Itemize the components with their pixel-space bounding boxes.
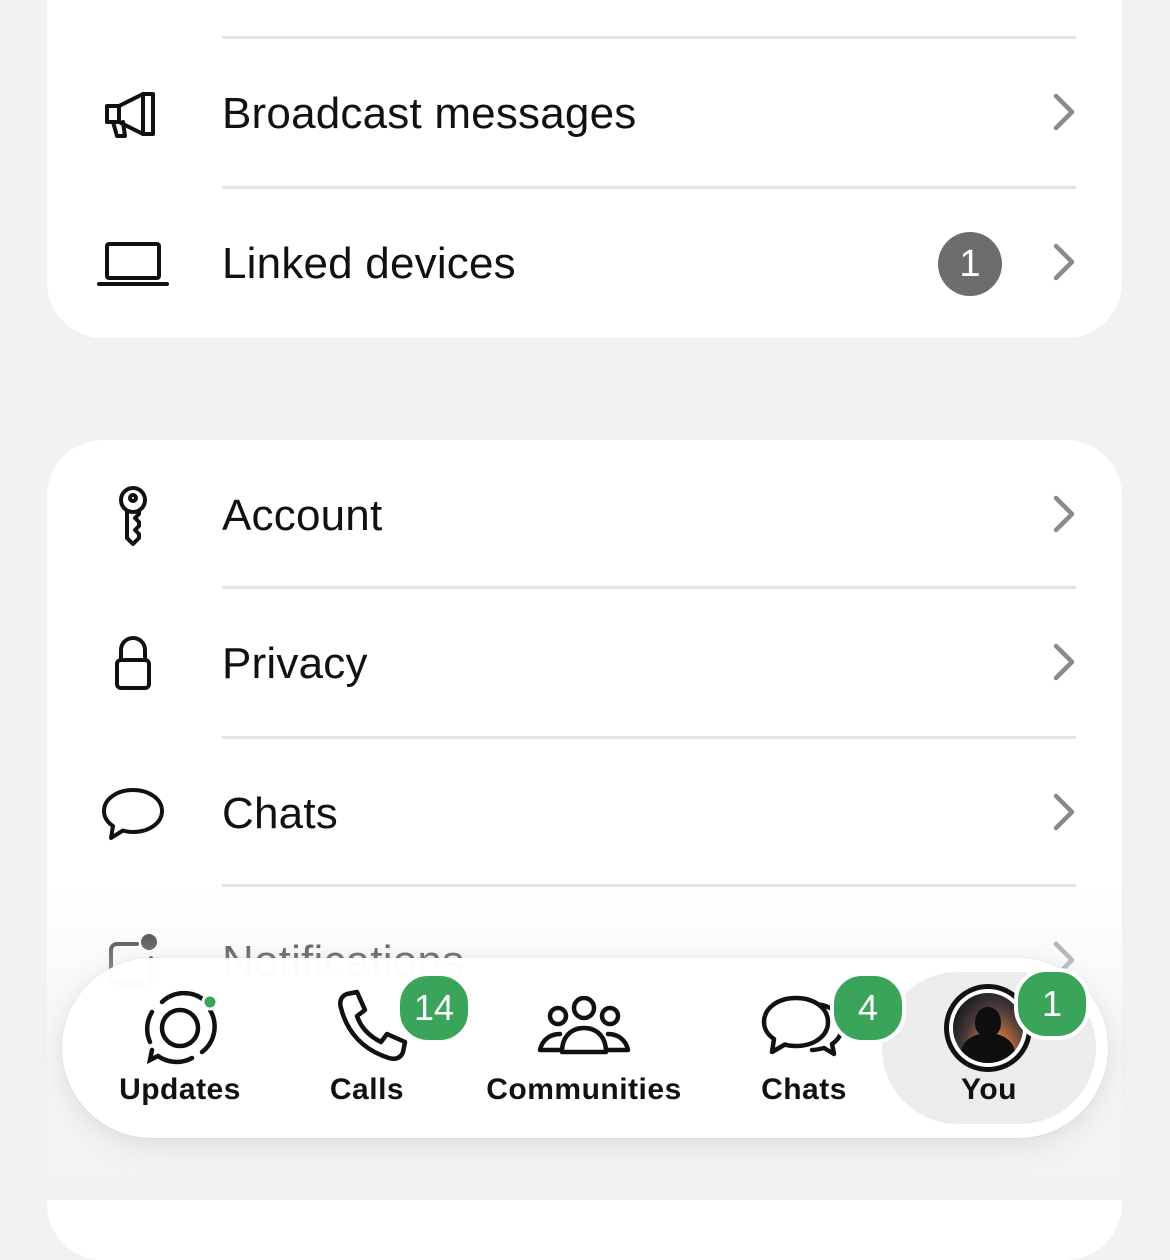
laptop-icon [97, 228, 169, 300]
you-badge: 1 [1014, 968, 1090, 1040]
chevron-right-icon [1050, 640, 1078, 684]
tab-calls[interactable]: Calls 14 [272, 958, 472, 1138]
avatar-silhouette-head [975, 1007, 1001, 1037]
communities-icon [536, 986, 632, 1066]
chevron-right-icon [1050, 240, 1078, 284]
lock-icon [97, 628, 169, 700]
linked-devices-badge: 1 [938, 232, 1002, 296]
chat-bubble-icon [97, 778, 169, 850]
calls-badge: 14 [396, 972, 472, 1044]
tab-label: You [961, 1073, 1017, 1106]
avatar-silhouette [961, 1033, 1015, 1063]
tab-chats[interactable]: Chats 4 [708, 958, 906, 1138]
settings-row-chats[interactable]: Chats [47, 738, 1122, 888]
chevron-right-icon [1050, 492, 1078, 536]
tab-label: Communities [486, 1073, 682, 1106]
updates-dot [201, 993, 219, 1011]
chevron-right-icon [1050, 90, 1078, 134]
settings-group-top: Broadcast messages Linked devices 1 [47, 0, 1122, 338]
tab-label: Chats [761, 1073, 847, 1106]
settings-row-label: Broadcast messages [222, 89, 637, 138]
settings-row-label: Account [222, 491, 383, 540]
tab-updates[interactable]: Updates [82, 958, 278, 1138]
tab-label: Calls [329, 1073, 405, 1106]
bottom-tab-bar: Updates Calls 14 Communities Chats 4 You… [62, 958, 1108, 1138]
key-icon [97, 480, 169, 552]
settings-row-label: Privacy [222, 639, 368, 688]
chevron-right-icon [1050, 790, 1078, 834]
settings-row-broadcast-messages[interactable]: Broadcast messages [47, 38, 1122, 188]
settings-row-linked-devices[interactable]: Linked devices 1 [47, 188, 1122, 338]
settings-row-account[interactable]: Account [47, 440, 1122, 590]
tab-label: Updates [119, 1073, 241, 1106]
settings-row-label: Chats [222, 789, 338, 838]
updates-icon [132, 986, 228, 1066]
megaphone-icon [97, 78, 169, 150]
settings-row-privacy[interactable]: Privacy [47, 588, 1122, 738]
tab-communities[interactable]: Communities [474, 958, 694, 1138]
settings-row-label: Linked devices [222, 239, 516, 288]
profile-photo [953, 993, 1023, 1063]
